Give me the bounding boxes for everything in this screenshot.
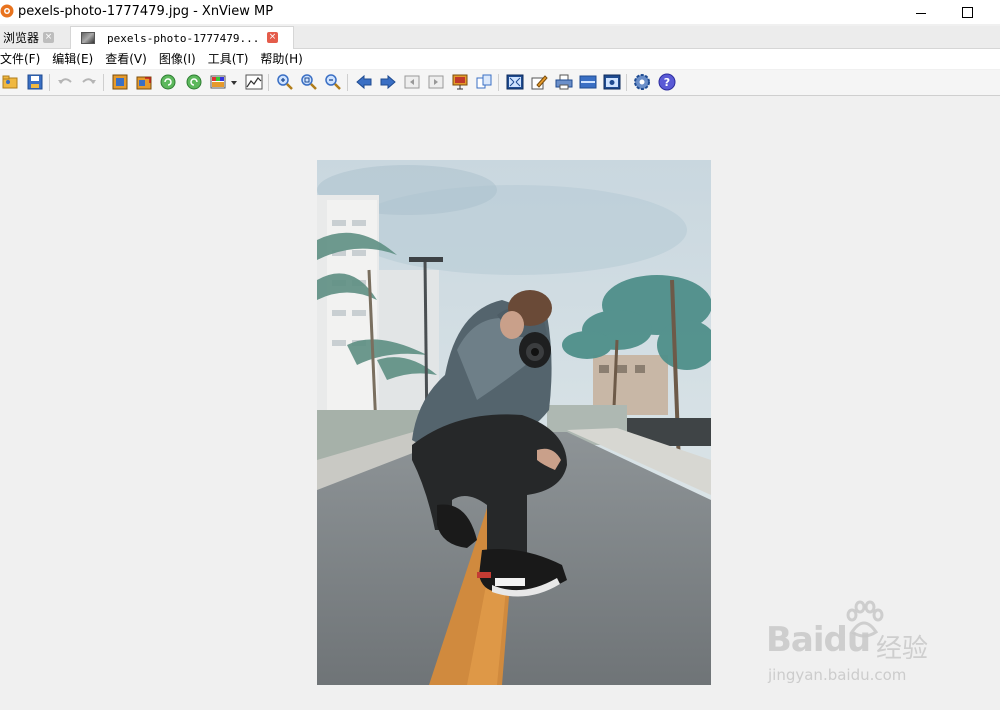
undo-icon[interactable] <box>56 73 74 91</box>
toolbar-separator <box>103 74 104 91</box>
open-folder-icon[interactable] <box>2 73 20 91</box>
rotate-left-icon[interactable] <box>159 73 177 91</box>
minimize-button[interactable] <box>898 0 944 24</box>
baidu-watermark: Baidu 经验 jingyan.baidu.com <box>766 600 956 690</box>
svg-text:?: ? <box>664 76 670 89</box>
maximize-icon <box>961 6 973 18</box>
toolbar-separator <box>498 74 499 91</box>
tab-bar: 浏览器 × pexels-photo-1777479... × <box>0 26 1000 49</box>
previous-icon[interactable] <box>355 73 373 91</box>
zoom-in-icon[interactable] <box>276 73 294 91</box>
menu-view[interactable]: 查看(V) <box>105 49 153 69</box>
edit-icon[interactable] <box>530 73 548 91</box>
close-icon[interactable]: × <box>267 32 278 43</box>
xnview-logo-icon <box>0 4 14 18</box>
fullscreen-icon[interactable] <box>506 73 524 91</box>
tab-photo-label: pexels-photo-1777479... <box>107 31 260 45</box>
histogram-icon[interactable] <box>245 73 263 91</box>
image-viewer[interactable]: Baidu 经验 jingyan.baidu.com <box>0 96 1000 710</box>
dropdown-arrow-icon[interactable] <box>229 73 239 91</box>
menu-bar: 文件(F) 编辑(E) 查看(V) 图像(I) 工具(T) 帮助(H) <box>0 49 1000 69</box>
settings-icon[interactable] <box>633 73 651 91</box>
menu-image[interactable]: 图像(I) <box>159 49 202 69</box>
compare-icon[interactable] <box>475 73 493 91</box>
toolbar: ? <box>0 70 1000 96</box>
close-icon[interactable]: × <box>43 31 55 43</box>
help-icon[interactable]: ? <box>658 73 676 91</box>
menu-help[interactable]: 帮助(H) <box>260 49 308 69</box>
menu-tools[interactable]: 工具(T) <box>208 49 255 69</box>
slideshow-icon[interactable] <box>451 73 469 91</box>
crop-icon[interactable] <box>111 73 129 91</box>
resize-icon[interactable] <box>135 73 153 91</box>
rotate-right-icon[interactable] <box>185 73 203 91</box>
menu-edit[interactable]: 编辑(E) <box>52 49 99 69</box>
tab-browser-label: 浏览器 <box>3 30 40 45</box>
capture-icon[interactable] <box>603 73 621 91</box>
color-adjust-icon[interactable] <box>209 73 227 91</box>
toolbar-separator <box>347 74 348 91</box>
last-page-icon[interactable] <box>427 73 445 91</box>
redo-icon[interactable] <box>80 73 98 91</box>
title-bar: pexels-photo-1777479.jpg - XnView MP <box>0 0 1000 24</box>
scanner-icon[interactable] <box>579 73 597 91</box>
zoom-out-icon[interactable] <box>324 73 342 91</box>
toolbar-separator <box>268 74 269 91</box>
toolbar-separator <box>49 74 50 91</box>
watermark-logo-text: Baidu <box>766 620 871 660</box>
maximize-button[interactable] <box>944 0 990 24</box>
toolbar-separator <box>626 74 627 91</box>
watermark-text: 经验 <box>876 634 929 664</box>
first-page-icon[interactable] <box>403 73 421 91</box>
menu-file[interactable]: 文件(F) <box>0 49 46 69</box>
image-thumbnail-icon <box>81 32 95 44</box>
next-icon[interactable] <box>379 73 397 91</box>
print-icon[interactable] <box>555 73 573 91</box>
photo <box>317 160 711 685</box>
zoom-fit-icon[interactable] <box>300 73 318 91</box>
tab-photo[interactable]: pexels-photo-1777479... × <box>70 26 294 49</box>
window-title: pexels-photo-1777479.jpg - XnView MP <box>18 4 274 19</box>
tab-browser[interactable]: 浏览器 × <box>0 26 68 48</box>
save-icon[interactable] <box>26 73 44 91</box>
minimize-icon <box>916 12 926 14</box>
watermark-url: jingyan.baidu.com <box>768 666 907 684</box>
